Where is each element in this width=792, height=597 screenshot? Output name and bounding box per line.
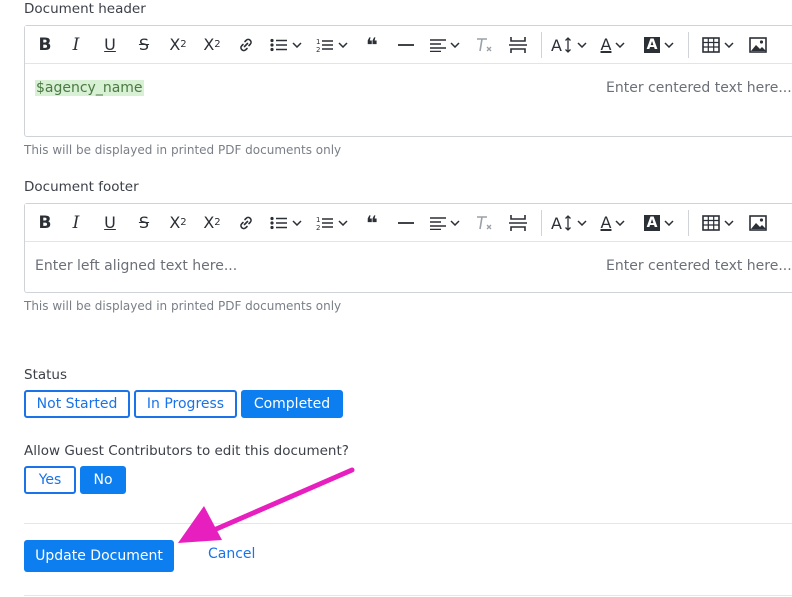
status-label: Status bbox=[24, 367, 68, 383]
bold-icon[interactable]: B bbox=[31, 208, 59, 238]
editor-toolbar: B I U S X2 X2 12 ❝ A A A bbox=[25, 204, 792, 242]
toolbar-divider bbox=[541, 209, 542, 236]
clear-format-icon[interactable] bbox=[467, 208, 501, 238]
bottom-divider bbox=[24, 595, 792, 596]
document-header-editor[interactable]: B I U S X2 X2 12 ❝ A A A $agency_name En… bbox=[24, 25, 792, 137]
font-size-icon[interactable]: A bbox=[548, 208, 590, 238]
blockquote-icon[interactable]: ❝ bbox=[355, 208, 389, 238]
numbered-list-icon[interactable]: 12 bbox=[309, 208, 355, 238]
status-in-progress-button[interactable]: In Progress bbox=[134, 390, 237, 418]
header-hint: This will be displayed in printed PDF do… bbox=[24, 143, 342, 157]
footer-center-placeholder[interactable]: Enter centered text here... bbox=[606, 258, 792, 274]
toolbar-divider bbox=[541, 31, 542, 58]
agency-name-variable[interactable]: $agency_name bbox=[35, 80, 144, 96]
underline-icon[interactable]: U bbox=[93, 30, 127, 60]
svg-text:A: A bbox=[551, 215, 562, 231]
numbered-list-icon[interactable]: 12 bbox=[309, 30, 355, 60]
svg-text:A: A bbox=[551, 37, 562, 53]
bullet-list-icon[interactable] bbox=[263, 30, 309, 60]
horizontal-rule-icon[interactable] bbox=[389, 30, 423, 60]
document-header-label: Document header bbox=[24, 1, 146, 17]
update-document-button[interactable]: Update Document bbox=[24, 540, 174, 572]
strikethrough-icon[interactable]: S bbox=[127, 30, 161, 60]
blockquote-icon[interactable]: ❝ bbox=[355, 30, 389, 60]
table-icon[interactable] bbox=[695, 208, 741, 238]
superscript-icon[interactable]: X2 bbox=[195, 30, 229, 60]
status-not-started-button[interactable]: Not Started bbox=[24, 390, 130, 418]
underline-icon[interactable]: U bbox=[93, 208, 127, 238]
svg-text:1: 1 bbox=[316, 38, 320, 46]
header-center-placeholder[interactable]: Enter centered text here... bbox=[606, 80, 792, 96]
footer-left-placeholder[interactable]: Enter left aligned text here... bbox=[35, 258, 237, 274]
page-break-icon[interactable] bbox=[501, 208, 535, 238]
guest-contributors-label: Allow Guest Contributors to edit this do… bbox=[24, 443, 349, 459]
text-color-icon[interactable]: A bbox=[590, 208, 636, 238]
toolbar-divider bbox=[688, 209, 689, 236]
bold-icon[interactable]: B bbox=[31, 30, 59, 60]
horizontal-rule-icon[interactable] bbox=[389, 208, 423, 238]
link-icon[interactable] bbox=[229, 30, 263, 60]
footer-hint: This will be displayed in printed PDF do… bbox=[24, 299, 342, 313]
image-icon[interactable] bbox=[741, 208, 775, 238]
highlight-icon[interactable]: A bbox=[636, 30, 682, 60]
svg-text:1: 1 bbox=[316, 216, 320, 224]
svg-text:2: 2 bbox=[316, 46, 320, 53]
strikethrough-icon[interactable]: S bbox=[127, 208, 161, 238]
align-icon[interactable] bbox=[423, 30, 467, 60]
guest-yes-button[interactable]: Yes bbox=[24, 466, 76, 494]
guest-no-button[interactable]: No bbox=[80, 466, 126, 494]
subscript-icon[interactable]: X2 bbox=[161, 30, 195, 60]
table-icon[interactable] bbox=[695, 30, 741, 60]
italic-icon[interactable]: I bbox=[59, 30, 93, 60]
status-completed-button[interactable]: Completed bbox=[241, 390, 343, 418]
document-footer-label: Document footer bbox=[24, 179, 139, 195]
link-icon[interactable] bbox=[229, 208, 263, 238]
superscript-icon[interactable]: X2 bbox=[195, 208, 229, 238]
highlight-icon[interactable]: A bbox=[636, 208, 682, 238]
editor-toolbar: B I U S X2 X2 12 ❝ A A A bbox=[25, 26, 792, 64]
bullet-list-icon[interactable] bbox=[263, 208, 309, 238]
font-size-icon[interactable]: A bbox=[548, 30, 590, 60]
page-break-icon[interactable] bbox=[501, 30, 535, 60]
clear-format-icon[interactable] bbox=[467, 30, 501, 60]
image-icon[interactable] bbox=[741, 30, 775, 60]
align-icon[interactable] bbox=[423, 208, 467, 238]
italic-icon[interactable]: I bbox=[59, 208, 93, 238]
toolbar-divider bbox=[688, 31, 689, 58]
form-divider bbox=[24, 523, 792, 524]
header-content-area[interactable]: $agency_name Enter centered text here... bbox=[25, 64, 792, 136]
cancel-button[interactable]: Cancel bbox=[208, 546, 255, 562]
subscript-icon[interactable]: X2 bbox=[161, 208, 195, 238]
text-color-icon[interactable]: A bbox=[590, 30, 636, 60]
document-footer-editor[interactable]: B I U S X2 X2 12 ❝ A A A Enter left alig… bbox=[24, 203, 792, 293]
footer-content-area[interactable]: Enter left aligned text here... Enter ce… bbox=[25, 242, 792, 292]
svg-text:2: 2 bbox=[316, 224, 320, 231]
